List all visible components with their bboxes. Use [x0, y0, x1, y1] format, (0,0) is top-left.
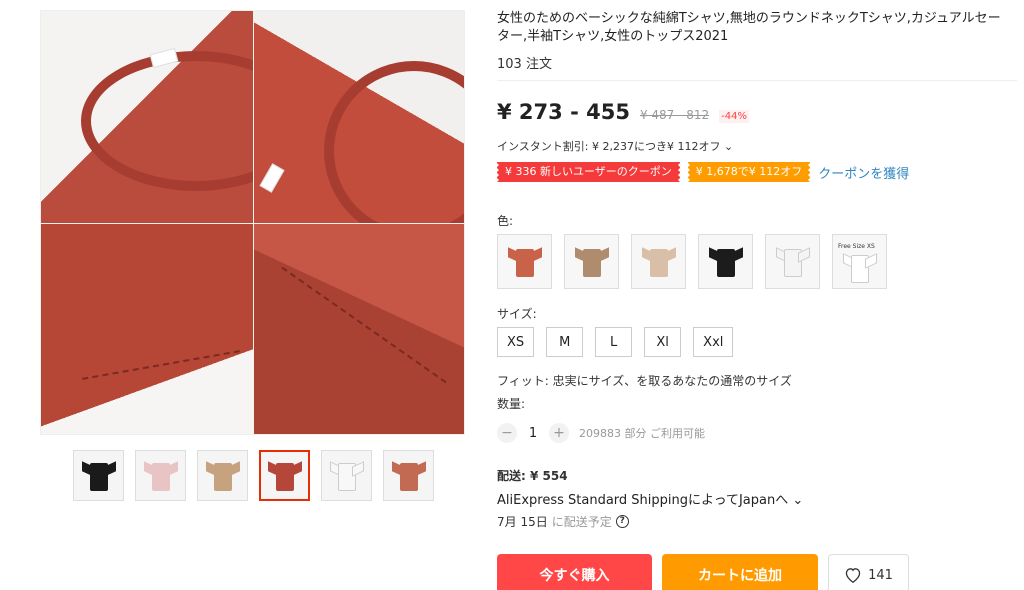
buy-now-button[interactable]: 今すぐ購入 — [497, 554, 652, 590]
price-row: ¥ 273 - 455 ¥ 487 - 812 -44% — [497, 100, 749, 124]
tshirt-icon — [641, 246, 676, 277]
wishlist-count: 141 — [868, 567, 893, 583]
action-buttons: 今すぐ購入 カートに追加 141 — [497, 554, 909, 590]
image-quadrant-collar — [41, 11, 253, 223]
add-to-cart-button[interactable]: カートに追加 — [662, 554, 818, 590]
tshirt-icon — [708, 246, 743, 277]
thumbnail-white[interactable] — [321, 450, 372, 501]
heart-icon — [845, 568, 861, 583]
image-quadrant-hem — [254, 224, 464, 434]
tshirt-icon — [507, 246, 542, 277]
shipping-cost: 配送: ¥ 554 — [497, 469, 568, 483]
help-icon[interactable]: ? — [615, 515, 629, 528]
swatch-caption: Free Size XS — [838, 243, 875, 250]
delivery-estimate: 7月 15日 に配送予定 ? — [497, 513, 629, 530]
thumbnail-pink-white[interactable] — [135, 450, 186, 501]
get-coupon-link[interactable]: クーポンを獲得 — [818, 163, 909, 182]
color-label: 色: — [497, 214, 514, 228]
tshirt-icon — [775, 246, 810, 277]
tshirt-icon — [329, 460, 364, 491]
order-count: 103 注文 — [497, 57, 552, 72]
size-option-m[interactable]: M — [546, 327, 584, 357]
divider — [497, 80, 1017, 81]
tshirt-icon — [205, 460, 240, 491]
thumbnail-black[interactable] — [73, 450, 124, 501]
main-product-image[interactable] — [40, 10, 465, 435]
thumbnail-beige-model[interactable] — [197, 450, 248, 501]
size-option-l[interactable]: L — [595, 327, 633, 357]
size-label: サイズ: — [497, 307, 537, 321]
tshirt-icon — [842, 252, 877, 283]
color-swatch-brick[interactable] — [497, 234, 552, 289]
tshirt-icon — [391, 460, 426, 491]
color-swatch-white[interactable] — [765, 234, 820, 289]
product-title: 女性のためのベーシックな純綿Tシャツ,無地のラウンドネックTシャツ,カジュアルセ… — [497, 11, 1001, 44]
new-user-coupon[interactable]: ¥ 336 新しいユーザーのクーポン — [495, 162, 682, 182]
size-option-xxl[interactable]: Xxl — [693, 327, 734, 357]
color-swatch-khaki[interactable] — [564, 234, 619, 289]
increment-button[interactable]: + — [549, 423, 569, 443]
quantity-stepper: − 1 + 209883 部分 ご利用可能 — [497, 423, 705, 443]
thumbnail-brick[interactable] — [383, 450, 434, 501]
tshirt-icon — [574, 246, 609, 277]
coupon-row: ¥ 336 新しいユーザーのクーポン ¥ 1,678で¥ 112オフ クーポンを… — [495, 162, 909, 182]
price-range: ¥ 273 - 455 — [497, 100, 630, 124]
size-options: XS M L Xl Xxl — [497, 327, 734, 357]
tshirt-icon — [143, 460, 178, 491]
image-quadrant-neckline — [254, 11, 464, 223]
delivery-suffix: に配送予定 — [551, 515, 612, 529]
thumbnail-red-detail[interactable] — [259, 450, 310, 501]
color-swatch-beige[interactable] — [631, 234, 686, 289]
delivery-date: 7月 15日 — [497, 515, 548, 529]
size-option-xl[interactable]: Xl — [644, 327, 682, 357]
color-swatches: Free Size XS — [497, 234, 887, 289]
fit-note: フィット: 忠実にサイズ、を取るあなたの通常のサイズ — [497, 374, 792, 388]
image-quadrant-sleeve — [41, 224, 253, 434]
color-swatch-black[interactable] — [698, 234, 753, 289]
color-swatch-free-size[interactable]: Free Size XS — [832, 234, 887, 289]
tshirt-icon — [267, 460, 302, 491]
thumbnail-strip — [73, 450, 434, 501]
store-coupon[interactable]: ¥ 1,678で¥ 112オフ — [685, 162, 813, 182]
available-stock: 209883 部分 ご利用可能 — [579, 427, 705, 440]
size-option-xs[interactable]: XS — [497, 327, 535, 357]
original-price: ¥ 487 - 812 — [639, 108, 710, 122]
instant-discount[interactable]: インスタント割引: ¥ 2,237につき¥ 112オフ ⌄ — [497, 138, 733, 154]
tshirt-icon — [81, 460, 116, 491]
quantity-value[interactable]: 1 — [527, 426, 539, 441]
discount-badge: -44% — [719, 110, 749, 123]
quantity-label: 数量: — [497, 397, 526, 411]
wishlist-button[interactable]: 141 — [828, 554, 909, 590]
shipping-method[interactable]: AliExpress Standard ShippingによってJapanへ ⌄ — [497, 489, 803, 508]
decrement-button[interactable]: − — [497, 423, 517, 443]
